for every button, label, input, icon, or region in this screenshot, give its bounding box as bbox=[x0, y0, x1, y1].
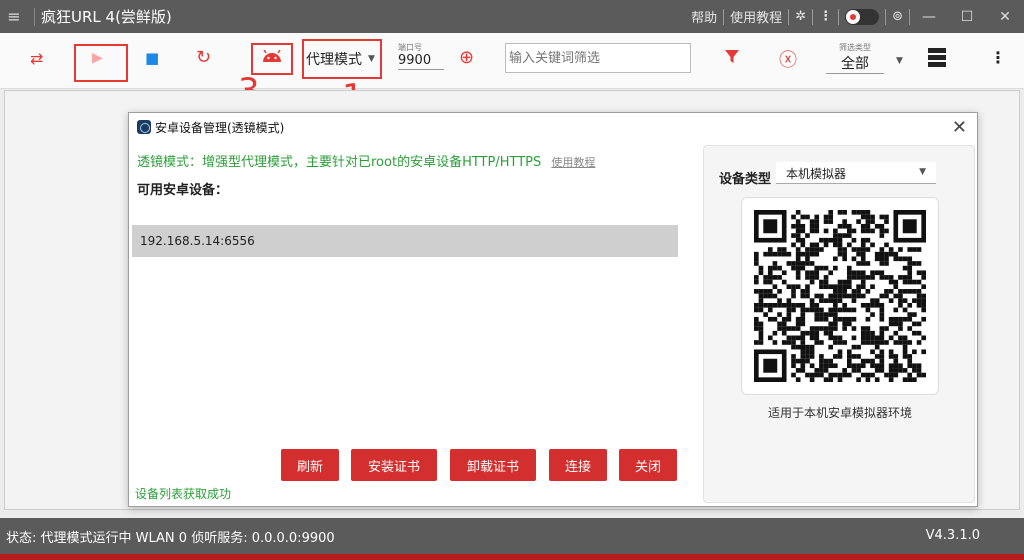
swap-arrows-icon[interactable]: ⇄ bbox=[30, 49, 43, 68]
qr-caption: 适用于本机安卓模拟器环境 bbox=[767, 406, 912, 420]
filter-type-select[interactable]: 筛选类型 全部 ▼ bbox=[826, 42, 906, 74]
globe-icon[interactable]: ⊕ bbox=[459, 47, 474, 68]
dialog-status: 设备列表获取成功 bbox=[135, 487, 232, 501]
android-icon[interactable] bbox=[261, 49, 283, 63]
qr-code-card bbox=[741, 197, 939, 395]
close-window-button[interactable]: ✕ bbox=[986, 9, 1024, 25]
install-cert-button[interactable]: 安装证书 bbox=[351, 449, 437, 481]
port-value: 9900 bbox=[398, 53, 444, 70]
separator bbox=[838, 8, 840, 25]
refresh-button[interactable]: 刷新 bbox=[281, 449, 339, 481]
mode-hint-text: 透镜模式：增强型代理模式，主要针对已root的安卓设备HTTP/HTTPS bbox=[137, 155, 542, 170]
device-type-pane: 设备类型 本机模拟器 ▼ 适用于本机安卓模拟器环境 bbox=[703, 145, 975, 503]
status-text: 状态: 代理模式运行中 WLAN 0 侦听服务: 0.0.0.0:9900 bbox=[6, 530, 335, 546]
title-bar: ≡ 疯狂URL 4(尝鲜版) 帮助 使用教程 ✲ ⋮ ⊚ — ☐ ✕ bbox=[0, 0, 1024, 33]
hamburger-menu-icon[interactable]: ≡ bbox=[0, 7, 28, 26]
clear-circle-x-icon[interactable]: ⓧ bbox=[779, 46, 797, 72]
filter-input[interactable] bbox=[505, 43, 691, 73]
close-button[interactable]: 关闭 bbox=[619, 449, 677, 481]
minimize-button[interactable]: — bbox=[910, 9, 948, 25]
chevron-down-icon: ▼ bbox=[896, 56, 903, 66]
port-field[interactable]: 端口号 9900 bbox=[398, 42, 444, 70]
bottom-strip bbox=[0, 554, 1024, 560]
title-bar-actions: 帮助 使用教程 ✲ ⋮ ⊚ — ☐ ✕ bbox=[685, 0, 1024, 33]
qr-code-image bbox=[754, 210, 926, 382]
toolbar: ⇄ ▶ ■ ↻ 代理模式 ▼ 端口号 9900 ⊕ ⓧ 筛选类型 全部 ▼ bbox=[0, 33, 1024, 89]
dialog-close-icon[interactable]: ✕ bbox=[952, 117, 967, 138]
connect-button[interactable]: 连接 bbox=[549, 449, 607, 481]
device-type-value: 本机模拟器 bbox=[786, 167, 847, 181]
title-separator bbox=[34, 7, 35, 26]
port-label: 端口号 bbox=[398, 43, 422, 52]
about-icon[interactable]: ⊚ bbox=[886, 9, 909, 24]
maximize-button[interactable]: ☐ bbox=[948, 9, 986, 25]
mode-hint: 透镜模式：增强型代理模式，主要针对已root的安卓设备HTTP/HTTPS 使用… bbox=[137, 151, 595, 170]
more-options-icon[interactable]: ⋮ bbox=[990, 48, 1006, 67]
stop-icon[interactable]: ■ bbox=[145, 49, 159, 67]
more-vertical-icon[interactable]: ⋮ bbox=[813, 9, 838, 24]
uninstall-cert-button[interactable]: 卸载证书 bbox=[450, 449, 536, 481]
chevron-down-icon: ▼ bbox=[368, 54, 375, 64]
device-type-select[interactable]: 本机模拟器 ▼ bbox=[776, 162, 936, 184]
chevron-down-icon: ▼ bbox=[919, 167, 926, 177]
start-play-icon[interactable]: ▶ bbox=[92, 50, 103, 66]
settings-gear-icon[interactable]: ✲ bbox=[789, 9, 812, 24]
tutorial-link[interactable]: 使用教程 bbox=[724, 7, 788, 26]
server-list-icon[interactable] bbox=[928, 48, 946, 68]
filter-type-value: 全部 bbox=[826, 53, 884, 74]
dialog-title: 安卓设备管理(透镜模式) bbox=[155, 120, 285, 135]
tutorial-link[interactable]: 使用教程 bbox=[551, 156, 595, 169]
mode-select-value: 代理模式 bbox=[306, 52, 362, 68]
help-link[interactable]: 帮助 bbox=[685, 7, 723, 26]
available-devices-label: 可用安卓设备： bbox=[137, 183, 229, 198]
android-device-dialog: 安卓设备管理(透镜模式) ✕ 透镜模式：增强型代理模式，主要针对已root的安卓… bbox=[128, 112, 978, 507]
device-type-label: 设备类型 bbox=[719, 172, 772, 187]
app-window: ≡ 疯狂URL 4(尝鲜版) 帮助 使用教程 ✲ ⋮ ⊚ — ☐ ✕ ⇄ ▶ ■… bbox=[0, 0, 1024, 560]
dialog-title-bar: 安卓设备管理(透镜模式) bbox=[129, 113, 977, 141]
device-list-item[interactable]: 192.168.5.14:6556 bbox=[132, 225, 678, 257]
filter-funnel-icon[interactable] bbox=[724, 48, 740, 64]
restart-icon[interactable]: ↻ bbox=[196, 47, 211, 68]
app-logo-icon bbox=[137, 120, 151, 134]
theme-toggle[interactable] bbox=[845, 8, 880, 25]
status-bar: 状态: 代理模式运行中 WLAN 0 侦听服务: 0.0.0.0:9900 V4… bbox=[0, 518, 1024, 554]
window-title: 疯狂URL 4(尝鲜版) bbox=[41, 8, 172, 26]
mode-select[interactable]: 代理模式 ▼ bbox=[306, 45, 382, 73]
filter-type-label: 筛选类型 bbox=[839, 43, 871, 52]
version-label: V4.3.1.0 bbox=[925, 528, 980, 543]
